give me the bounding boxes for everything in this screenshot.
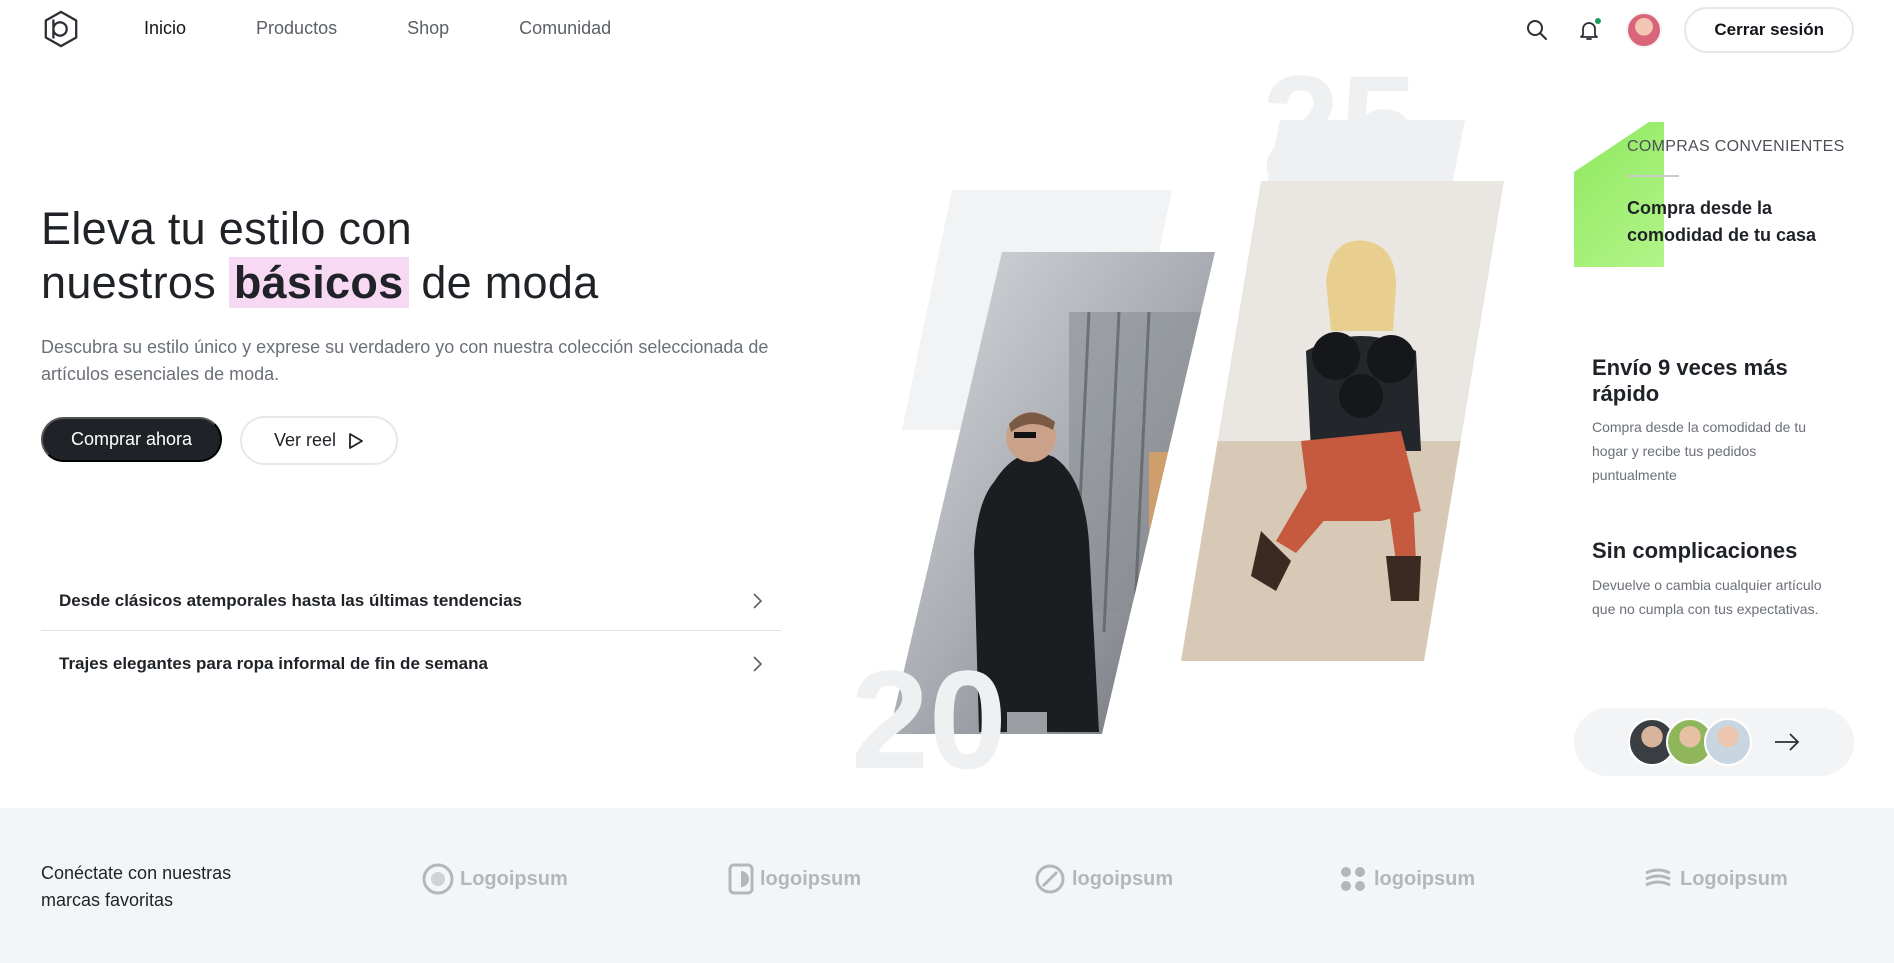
accordion-item-label: Desde clásicos atemporales hasta las últ… (59, 590, 522, 610)
feature-text: Devuelve o cambia cualquier artículo que… (1592, 577, 1822, 617)
play-icon (349, 432, 363, 449)
accordion-item[interactable]: Desde clásicos atemporales hasta las últ… (41, 571, 781, 631)
site-header: Inicio Productos Shop Comunidad Cerrar s… (0, 0, 1894, 60)
brand-logo-text: Logoipsum (460, 867, 568, 890)
shop-now-button[interactable]: Comprar ahora (41, 417, 222, 462)
watch-reel-button[interactable]: Ver reel (240, 416, 398, 465)
nav-item-inicio[interactable]: Inicio (144, 18, 186, 39)
main-nav: Inicio Productos Shop Comunidad (144, 18, 611, 39)
brand-logo[interactable]: Logoipsum (422, 862, 568, 896)
nav-item-comunidad[interactable]: Comunidad (519, 18, 611, 39)
nav-item-productos[interactable]: Productos (256, 18, 337, 39)
chevron-right-icon (753, 656, 763, 672)
hero-title-pre: nuestros (41, 257, 216, 308)
hero-title-line1: Eleva tu estilo con (41, 203, 412, 254)
brand-logo-icon[interactable] (42, 10, 80, 48)
nav-item-shop[interactable]: Shop (407, 18, 449, 39)
brand-logo[interactable]: logoipsum (1034, 862, 1173, 896)
brand-logo[interactable]: logoipsum (728, 862, 861, 896)
chevron-right-icon (753, 592, 763, 609)
logout-button[interactable]: Cerrar sesión (1684, 7, 1854, 53)
brand-mark-icon (1035, 864, 1065, 894)
model-woman-photo (1181, 181, 1504, 661)
feature-title: Sin complicaciones (1592, 538, 1798, 563)
arrow-right-icon[interactable] (1772, 728, 1802, 756)
avatar (1704, 718, 1752, 766)
brand-logo-text: logoipsum (1374, 867, 1476, 890)
features-divider (1627, 175, 1679, 177)
brand-logo[interactable]: logoipsum (1338, 862, 1475, 896)
feature-title: Envío 9 veces más rápido (1592, 355, 1788, 406)
brands-strip: Conéctate con nuestras marcas favoritas … (0, 808, 1894, 963)
features-highlight: Compra desde la comodidad de tu casa (1627, 198, 1817, 245)
accordion-item-label: Trajes elegantes para ropa informal de f… (59, 654, 488, 673)
brand-logo-text: logoipsum (760, 867, 862, 890)
header-actions: Cerrar sesión (1522, 7, 1854, 53)
brand-logo-text: Logoipsum (1680, 867, 1788, 890)
hero-description: Descubra su estilo único y exprese su ve… (41, 337, 769, 384)
user-avatar[interactable] (1626, 12, 1663, 48)
brand-mark-icon (728, 863, 754, 895)
brand-mark-icon (422, 863, 454, 895)
brand-mark-icon (1645, 868, 1671, 887)
hero-title: Eleva tu estilo con nuestros básicos de … (41, 202, 599, 310)
accordion-item[interactable]: Trajes elegantes para ropa informal de f… (41, 634, 781, 694)
brand-logo-text: logoipsum (1072, 867, 1174, 890)
brand-mark-icon (1341, 867, 1365, 891)
features-overline: COMPRAS CONVENIENTES (1627, 138, 1845, 155)
feature-text: Compra desde la comodidad de tu hogar y … (1592, 419, 1807, 483)
notifications-button[interactable] (1574, 15, 1604, 45)
brands-text: Conéctate con nuestras marcas favoritas (41, 863, 232, 910)
hero-title-highlight: básicos (228, 257, 409, 308)
decorative-number-20: 20 (851, 641, 1007, 798)
team-avatars-pill[interactable] (1574, 708, 1854, 776)
hero-title-post: de moda (421, 257, 599, 308)
brand-logo[interactable]: Logoipsum (1642, 862, 1788, 896)
search-icon (1527, 20, 1548, 40)
watch-reel-label: Ver reel (273, 430, 337, 450)
search-button[interactable] (1522, 15, 1552, 45)
